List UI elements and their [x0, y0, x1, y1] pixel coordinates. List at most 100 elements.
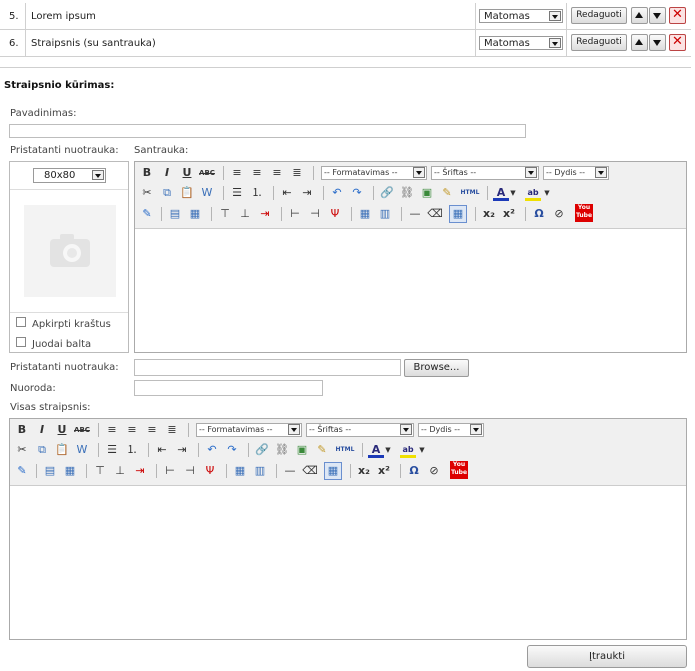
link-input[interactable] [134, 380, 323, 396]
image-icon[interactable]: ▣ [294, 442, 310, 458]
bold-icon[interactable]: B [139, 165, 155, 181]
insert-col-before-icon[interactable]: ⊢ [162, 463, 178, 479]
highlight-color-icon[interactable]: ab [400, 442, 416, 458]
flash-icon[interactable]: ⊘ [426, 463, 442, 479]
paste-word-icon[interactable]: W [199, 185, 215, 201]
delete-icon[interactable]: ✕ [669, 7, 686, 24]
bullet-list-icon[interactable]: ☰ [104, 442, 120, 458]
strikethrough-icon[interactable]: ABC [74, 422, 90, 438]
submit-button[interactable]: Įtraukti [527, 645, 687, 668]
underline-icon[interactable]: U [179, 165, 195, 181]
numbered-list-icon[interactable]: ⒈ [124, 442, 140, 458]
bold-icon[interactable]: B [14, 422, 30, 438]
delete-icon[interactable]: ✕ [669, 34, 686, 51]
remove-format-icon[interactable]: ⌫ [302, 463, 318, 479]
cleanup-icon[interactable]: ✎ [314, 442, 330, 458]
delete-row-icon[interactable]: ⇥ [257, 206, 273, 222]
name-input[interactable] [9, 124, 526, 138]
remove-format-icon[interactable]: ⌫ [427, 206, 443, 222]
cut-icon[interactable]: ✂ [139, 185, 155, 201]
align-left-icon[interactable]: ≡ [104, 422, 120, 438]
merge-cells-icon[interactable]: ▦ [357, 206, 373, 222]
delete-row-icon[interactable]: ⇥ [132, 463, 148, 479]
image-size-select[interactable]: 80x80 [33, 168, 106, 183]
numbered-list-icon[interactable]: ⒈ [249, 185, 265, 201]
copy-icon[interactable]: ⧉ [34, 442, 50, 458]
font-select[interactable]: -- Šriftas -- [306, 423, 414, 437]
insert-col-before-icon[interactable]: ⊢ [287, 206, 303, 222]
delete-col-icon[interactable]: Ψ [202, 463, 218, 479]
edit-button[interactable]: Redaguoti [571, 7, 627, 24]
move-down-icon[interactable] [649, 7, 666, 24]
redo-icon[interactable]: ↷ [349, 185, 365, 201]
superscript-icon[interactable]: x² [501, 206, 517, 222]
table-row-icon[interactable]: ▤ [42, 463, 58, 479]
youtube-icon[interactable]: You Tube [575, 204, 593, 222]
edit-button[interactable]: Redaguoti [571, 34, 627, 51]
special-char-icon[interactable]: Ω [406, 463, 422, 479]
html-icon[interactable]: HTML [459, 185, 481, 201]
crop-checkbox[interactable] [16, 317, 26, 327]
visibility-select[interactable]: Matomas [479, 36, 563, 50]
strikethrough-icon[interactable]: ABC [199, 165, 215, 181]
outdent-icon[interactable]: ⇤ [154, 442, 170, 458]
font-select[interactable]: -- Šriftas -- [431, 166, 539, 180]
outdent-icon[interactable]: ⇤ [279, 185, 295, 201]
copy-icon[interactable]: ⧉ [159, 185, 175, 201]
align-left-icon[interactable]: ≡ [229, 165, 245, 181]
insert-row-before-icon[interactable]: ⊤ [92, 463, 108, 479]
html-icon[interactable]: HTML [334, 442, 356, 458]
table-icon[interactable]: ▦ [324, 462, 342, 480]
align-justify-icon[interactable]: ≣ [164, 422, 180, 438]
format-select[interactable]: -- Formatavimas -- [321, 166, 427, 180]
edit-icon[interactable]: ✎ [139, 206, 155, 222]
paste-icon[interactable]: 📋 [179, 185, 195, 201]
cleanup-icon[interactable]: ✎ [439, 185, 455, 201]
align-center-icon[interactable]: ≡ [249, 165, 265, 181]
chevron-down-icon[interactable]: ▼ [543, 185, 551, 201]
indent-icon[interactable]: ⇥ [174, 442, 190, 458]
underline-icon[interactable]: U [54, 422, 70, 438]
insert-col-after-icon[interactable]: ⊣ [307, 206, 323, 222]
undo-icon[interactable]: ↶ [329, 185, 345, 201]
link-icon[interactable]: 🔗 [254, 442, 270, 458]
undo-icon[interactable]: ↶ [204, 442, 220, 458]
youtube-icon[interactable]: You Tube [450, 461, 468, 479]
move-up-icon[interactable] [631, 7, 648, 24]
browse-button[interactable]: Browse... [404, 359, 469, 377]
insert-row-before-icon[interactable]: ⊤ [217, 206, 233, 222]
align-right-icon[interactable]: ≡ [269, 165, 285, 181]
size-select[interactable]: -- Dydis -- [543, 166, 609, 180]
horizontal-rule-icon[interactable]: — [282, 463, 298, 479]
bw-checkbox[interactable] [16, 337, 26, 347]
highlight-color-icon[interactable]: ab [525, 185, 541, 201]
move-down-icon[interactable] [649, 34, 666, 51]
bullet-list-icon[interactable]: ☰ [229, 185, 245, 201]
insert-row-after-icon[interactable]: ⊥ [237, 206, 253, 222]
cut-icon[interactable]: ✂ [14, 442, 30, 458]
flash-icon[interactable]: ⊘ [551, 206, 567, 222]
align-right-icon[interactable]: ≡ [144, 422, 160, 438]
merge-cells-icon[interactable]: ▦ [232, 463, 248, 479]
table-cell-icon[interactable]: ▦ [187, 206, 203, 222]
text-color-icon[interactable]: A [493, 185, 509, 201]
image-icon[interactable]: ▣ [419, 185, 435, 201]
special-char-icon[interactable]: Ω [531, 206, 547, 222]
format-select[interactable]: -- Formatavimas -- [196, 423, 302, 437]
align-justify-icon[interactable]: ≣ [289, 165, 305, 181]
table-cell-icon[interactable]: ▦ [62, 463, 78, 479]
split-cells-icon[interactable]: ▥ [377, 206, 393, 222]
split-cells-icon[interactable]: ▥ [252, 463, 268, 479]
horizontal-rule-icon[interactable]: — [407, 206, 423, 222]
insert-row-after-icon[interactable]: ⊥ [112, 463, 128, 479]
link-icon[interactable]: 🔗 [379, 185, 395, 201]
delete-col-icon[interactable]: Ψ [327, 206, 343, 222]
move-up-icon[interactable] [631, 34, 648, 51]
italic-icon[interactable]: I [159, 165, 175, 181]
superscript-icon[interactable]: x² [376, 463, 392, 479]
redo-icon[interactable]: ↷ [224, 442, 240, 458]
size-select[interactable]: -- Dydis -- [418, 423, 484, 437]
align-center-icon[interactable]: ≡ [124, 422, 140, 438]
unlink-icon[interactable]: ⛓ [274, 442, 290, 458]
paste-icon[interactable]: 📋 [54, 442, 70, 458]
